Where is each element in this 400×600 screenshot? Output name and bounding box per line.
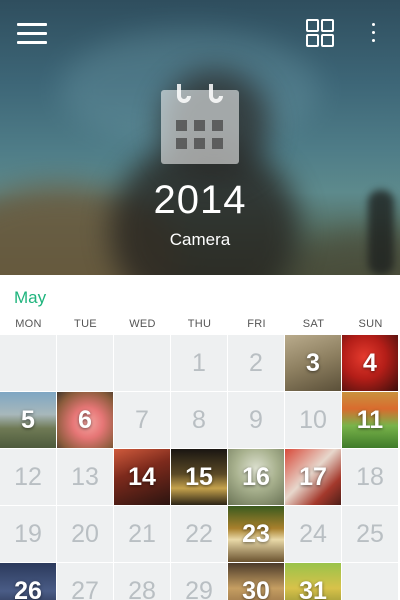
day-number: 4 [363,349,377,377]
day-number: 26 [14,577,42,600]
day-number: 18 [356,463,384,491]
day-cell[interactable]: 19 [0,506,56,562]
calendar-grid: 1 2 3 4 5 6 7 8 9 10 11 12 13 14 15 16 17 18 19 20 21 22 23 24 2… [0,335,400,600]
day-number: 2 [249,349,263,377]
year-title: 2014 [153,178,247,222]
photo-day-cell[interactable]: 23 [228,506,284,562]
day-cell[interactable]: 1 [171,335,227,391]
photo-day-cell[interactable]: 5 [0,392,56,448]
day-number: 15 [185,463,213,491]
day-number: 14 [128,463,156,491]
day-cell[interactable]: 20 [57,506,113,562]
day-number: 10 [299,406,327,434]
day-number: 28 [128,577,156,600]
day-cell[interactable]: 18 [342,449,398,505]
photo-day-cell[interactable]: 14 [114,449,170,505]
menu-icon[interactable] [17,21,47,47]
album-header: 2014 Camera [0,0,400,275]
day-cell[interactable]: 7 [114,392,170,448]
photo-day-cell[interactable]: 26 [0,563,56,600]
day-cell[interactable]: 28 [114,563,170,600]
day-number: 30 [242,577,270,600]
day-number: 19 [14,520,42,548]
photo-day-cell[interactable]: 16 [228,449,284,505]
photo-day-cell[interactable]: 6 [57,392,113,448]
calendar-icon [161,84,239,164]
day-cell[interactable]: 2 [228,335,284,391]
more-vert-icon[interactable] [364,19,384,47]
month-label: May [14,288,47,307]
day-cell[interactable]: 12 [0,449,56,505]
day-number: 7 [135,406,149,434]
day-number: 27 [71,577,99,600]
weekday-label: TUE [74,318,97,330]
photo-day-cell[interactable]: 17 [285,449,341,505]
empty-day-cell [342,563,398,600]
day-number: 20 [71,520,99,548]
empty-day-cell [57,335,113,391]
photo-day-cell[interactable]: 15 [171,449,227,505]
day-cell[interactable]: 27 [57,563,113,600]
weekday-label: SUN [358,318,383,330]
photo-day-cell[interactable]: 30 [228,563,284,600]
day-cell[interactable]: 9 [228,392,284,448]
day-number: 23 [242,520,270,548]
day-number: 1 [192,349,206,377]
day-cell[interactable]: 25 [342,506,398,562]
day-number: 5 [21,406,35,434]
day-number: 24 [299,520,327,548]
day-cell[interactable]: 21 [114,506,170,562]
day-number: 6 [78,406,92,434]
day-number: 29 [185,577,213,600]
grid-view-icon[interactable] [306,19,334,47]
weekday-label: FRI [247,318,266,330]
day-number: 25 [356,520,384,548]
day-cell[interactable]: 8 [171,392,227,448]
album-name: Camera [169,230,231,249]
day-number: 21 [128,520,156,548]
weekday-label: SAT [302,318,325,330]
day-cell[interactable]: 29 [171,563,227,600]
day-number: 16 [242,463,270,491]
empty-day-cell [114,335,170,391]
weekday-label: THU [187,318,212,330]
day-number: 12 [14,463,42,491]
day-number: 9 [249,406,263,434]
day-number: 13 [71,463,99,491]
day-number: 22 [185,520,213,548]
day-cell[interactable]: 10 [285,392,341,448]
day-number: 31 [299,577,327,600]
photo-day-cell[interactable]: 31 [285,563,341,600]
weekday-header: MON TUE WED THU FRI SAT SUN [0,318,400,334]
day-cell[interactable]: 24 [285,506,341,562]
weekday-label: WED [129,318,156,330]
photo-day-cell[interactable]: 11 [342,392,398,448]
day-number: 11 [356,406,384,434]
day-cell[interactable]: 13 [57,449,113,505]
photo-day-cell[interactable]: 4 [342,335,398,391]
day-number: 3 [306,349,320,377]
photo-day-cell[interactable]: 3 [285,335,341,391]
day-cell[interactable]: 22 [171,506,227,562]
day-number: 8 [192,406,206,434]
empty-day-cell [0,335,56,391]
weekday-label: MON [15,318,42,330]
day-number: 17 [299,463,327,491]
